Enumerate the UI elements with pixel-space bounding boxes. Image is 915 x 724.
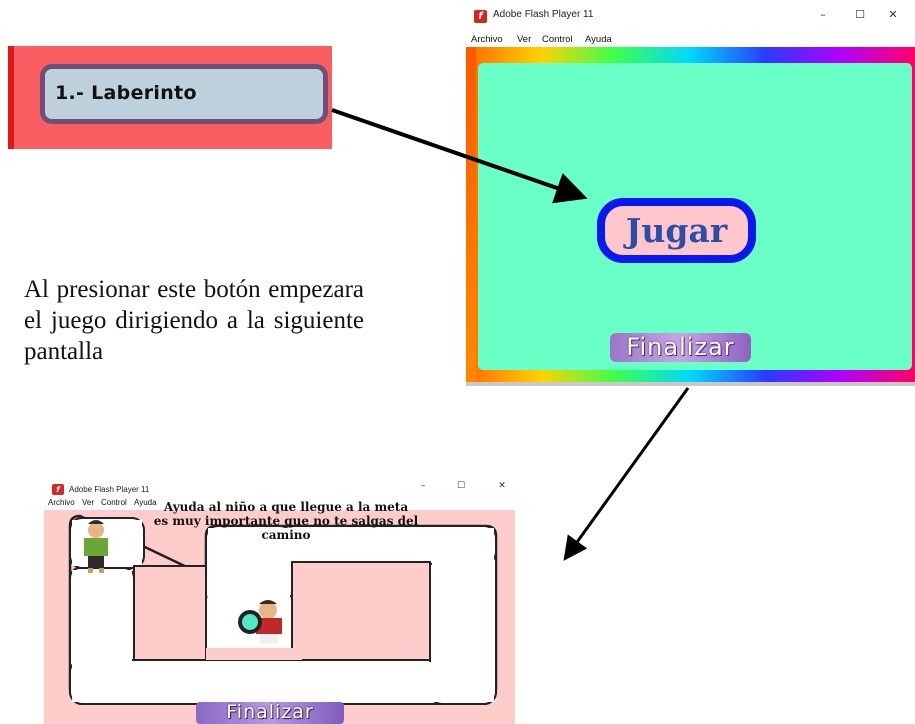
flash-window-game: f Adobe Flash Player 11 – ☐ ✕ Archivo Ve… (44, 478, 515, 724)
menu-ayuda[interactable]: Ayuda (585, 34, 612, 45)
instruction-line-1: Ayuda al niño a que llegue a la meta (163, 500, 409, 514)
maze-stage: Ayuda al niño a que llegue a la meta es … (44, 500, 515, 724)
maze-graphic (68, 514, 498, 705)
play-button-label: Jugar (625, 211, 728, 250)
flash-logo-icon: f (52, 484, 64, 495)
section-label-text: 1.- Laberinto (55, 82, 197, 104)
menu-control[interactable]: Control (542, 34, 573, 45)
section-label-card: 1.- Laberinto (8, 46, 332, 149)
finish-button-label: Finalizar (626, 333, 735, 361)
title-bar: f Adobe Flash Player 11 – ☐ ✕ (466, 0, 915, 34)
instruction-line-2: es muy importante que no te salgas del c… (153, 514, 419, 542)
flash-logo-icon: f (474, 10, 487, 23)
window-bottom-edge (466, 382, 915, 386)
menu-ver[interactable]: Ver (82, 498, 94, 507)
menu-archivo[interactable]: Archivo (471, 34, 503, 45)
flash-window-main: f Adobe Flash Player 11 – ☐ ✕ Archivo Ve… (466, 0, 915, 386)
stage-panel: Jugar Finalizar (478, 63, 912, 370)
menu-archivo[interactable]: Archivo (48, 498, 75, 507)
window-title: Adobe Flash Player 11 (493, 9, 594, 20)
maximize-icon[interactable]: ☐ (452, 481, 470, 491)
finish-button-label: Finalizar (226, 701, 314, 723)
maximize-icon[interactable]: ☐ (851, 8, 869, 21)
menu-control[interactable]: Control (101, 498, 127, 507)
close-icon[interactable]: ✕ (884, 8, 902, 21)
minimize-icon[interactable]: – (814, 8, 832, 21)
description-text: Al presionar este botón empezara el jueg… (24, 276, 364, 365)
finish-button[interactable]: Finalizar (610, 333, 751, 362)
section-label-inner[interactable]: 1.- Laberinto (40, 64, 328, 124)
play-button[interactable]: Jugar (597, 198, 756, 263)
window-title: Adobe Flash Player 11 (69, 485, 150, 494)
maze-walls (69, 517, 497, 705)
arrow-icon (563, 387, 690, 561)
flash-stage: Jugar Finalizar (466, 47, 915, 382)
close-icon[interactable]: ✕ (493, 481, 511, 491)
stage-border (466, 47, 476, 382)
menu-bar: Archivo Ver Control Ayuda (466, 34, 915, 47)
menu-ver[interactable]: Ver (517, 34, 531, 45)
minimize-icon[interactable]: – (414, 481, 432, 491)
finish-button[interactable]: Finalizar (196, 701, 344, 724)
